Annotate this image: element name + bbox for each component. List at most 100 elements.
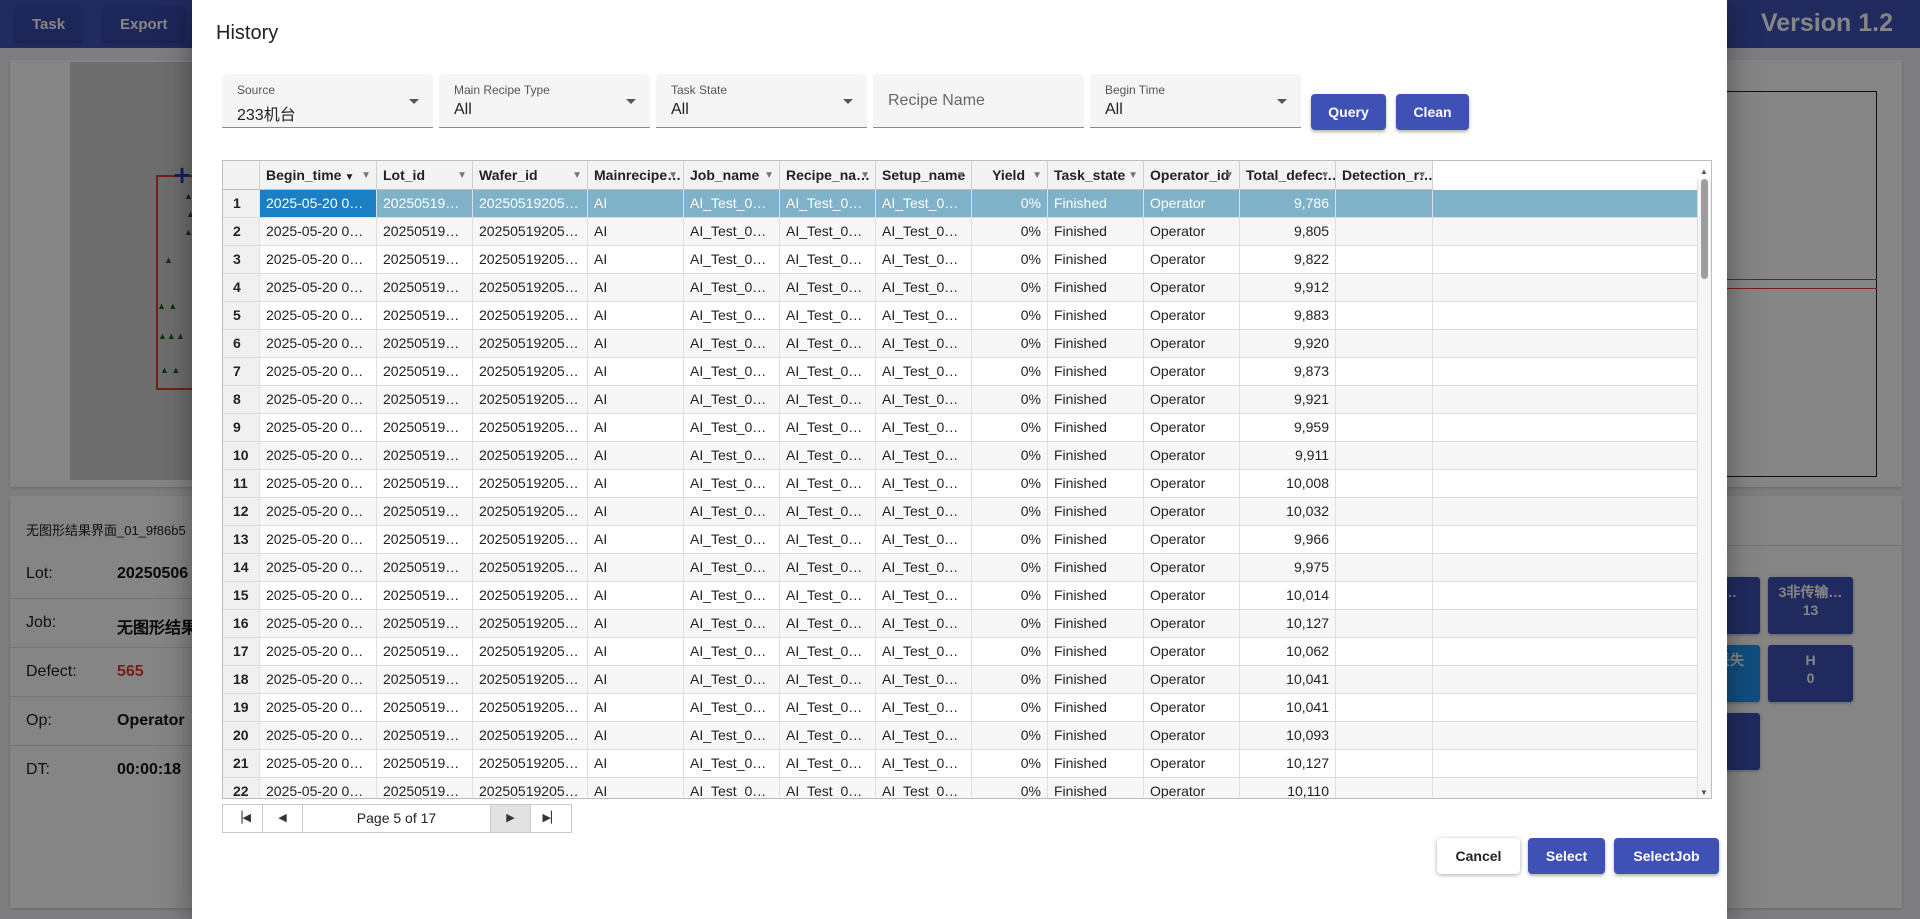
table-cell[interactable]: 2025-05-20 01:25:34 [260,526,377,553]
table-cell[interactable]: AI [588,526,684,553]
table-cell[interactable]: 20250519_142 [377,190,473,217]
table-cell[interactable]: 9,912 [1240,274,1336,301]
table-cell[interactable]: AI_Test_0411 [780,274,876,301]
table-row[interactable]: 62025-05-20 01:40:1920250519_13720250519… [223,330,1697,358]
table-cell[interactable]: Finished [1048,358,1144,385]
table-cell[interactable]: AI_Test_0411 [780,526,876,553]
table-cell[interactable] [1336,666,1433,693]
table-cell[interactable]: 9,921 [1240,386,1336,413]
table-cell[interactable]: AI_Test_0411 [876,582,972,609]
scroll-up-icon[interactable]: ▲ [1700,167,1708,176]
table-cell[interactable] [1336,218,1433,245]
table-cell[interactable]: 0% [972,218,1048,245]
table-cell[interactable]: Finished [1048,666,1144,693]
table-row[interactable]: 212025-05-20 01:08:3720250519_1222025051… [223,750,1697,778]
table-cell[interactable]: 20250519_125 [377,666,473,693]
table-cell[interactable]: 20250519_122 [377,750,473,777]
table-cell[interactable]: 20250519_126 [377,638,473,665]
table-cell[interactable]: AI_Test_0411 [876,778,972,798]
table-cell[interactable]: 0% [972,694,1048,721]
table-cell[interactable]: 2025-05-20 01:34:03 [260,414,377,441]
column-header[interactable]: Setup_name ▼ [876,161,972,190]
table-cell[interactable]: 202505192053_c… [473,358,588,385]
vertical-scrollbar[interactable]: ▲ ▼ [1697,167,1711,798]
table-row[interactable]: 12025-05-20 01:51:0820250519_14220250519… [223,190,1697,218]
table-cell[interactable]: 0% [972,526,1048,553]
table-cell[interactable]: 2025-05-20 01:19:39 [260,610,377,637]
table-cell[interactable]: AI_Test_0411_… [684,414,780,441]
table-cell[interactable]: 0% [972,358,1048,385]
table-cell[interactable]: 9,822 [1240,246,1336,273]
table-cell[interactable]: Operator [1144,582,1240,609]
table-cell[interactable]: AI [588,750,684,777]
table-cell[interactable]: AI_Test_0411_… [684,778,780,798]
table-cell[interactable]: Operator [1144,470,1240,497]
table-cell[interactable]: Finished [1048,246,1144,273]
table-cell[interactable]: AI_Test_0411 [876,638,972,665]
table-cell[interactable]: 0% [972,666,1048,693]
filter-icon[interactable]: ▼ [1417,161,1427,190]
table-cell[interactable]: Finished [1048,750,1144,777]
table-cell[interactable]: 0% [972,414,1048,441]
table-cell[interactable]: 20250519_133 [377,442,473,469]
table-cell[interactable]: 202505192053_c… [473,218,588,245]
table-cell[interactable]: AI [588,386,684,413]
table-cell[interactable]: AI_Test_0411_… [684,638,780,665]
table-cell[interactable]: 202505192053_c… [473,638,588,665]
table-cell[interactable]: 202505192053_c… [473,386,588,413]
column-header[interactable]: Task_state ▼ [1048,161,1144,190]
table-cell[interactable]: 0% [972,778,1048,798]
table-cell[interactable]: 20250519_121 [377,778,473,798]
table-cell[interactable]: 20250519_131 [377,498,473,525]
table-cell[interactable]: 202505192053_c… [473,442,588,469]
table-cell[interactable]: Finished [1048,498,1144,525]
table-cell[interactable]: 0% [972,246,1048,273]
table-cell[interactable]: 202505192053_c… [473,582,588,609]
selectjob-button[interactable]: SelectJob [1614,838,1719,874]
filter-icon[interactable]: ▼ [1320,161,1330,190]
table-cell[interactable]: AI_Test_0411 [780,246,876,273]
table-row[interactable]: 52025-05-20 01:42:2720250519_13820250519… [223,302,1697,330]
table-row[interactable]: 112025-05-20 01:29:4920250519_1322025051… [223,470,1697,498]
table-cell[interactable]: AI_Test_0411_… [684,190,780,217]
table-cell[interactable]: 2025-05-20 01:36:03 [260,386,377,413]
table-row[interactable]: 172025-05-20 01:17:3120250519_1262025051… [223,638,1697,666]
table-cell[interactable]: 202505192053_c… [473,554,588,581]
filter-icon[interactable]: ▼ [457,161,467,190]
table-cell[interactable]: AI_Test_0411 [876,470,972,497]
table-cell[interactable]: 202505192053_c… [473,666,588,693]
column-header[interactable]: Mainrecipe… ▼ [588,161,684,190]
table-cell[interactable]: 10,062 [1240,638,1336,665]
table-cell[interactable]: 0% [972,302,1048,329]
table-cell[interactable]: AI_Test_0411_… [684,218,780,245]
table-cell[interactable]: 0% [972,470,1048,497]
table-cell[interactable]: 20250519_130 [377,526,473,553]
column-header[interactable]: Recipe_na… ▼ [780,161,876,190]
table-cell[interactable]: AI [588,190,684,217]
table-cell[interactable]: 0% [972,582,1048,609]
table-cell[interactable]: AI_Test_0411_… [684,694,780,721]
table-cell[interactable] [1336,386,1433,413]
table-cell[interactable]: Finished [1048,554,1144,581]
table-cell[interactable]: AI [588,246,684,273]
table-cell[interactable]: Finished [1048,414,1144,441]
select-button[interactable]: Select [1528,838,1605,874]
table-row[interactable]: 222025-05-20 01:06:5020250519_1212025051… [223,778,1697,798]
table-row[interactable]: 42025-05-20 01:44:3620250519_13920250519… [223,274,1697,302]
table-cell[interactable] [1336,526,1433,553]
table-cell[interactable]: 202505192053_c… [473,610,588,637]
table-cell[interactable]: 2025-05-20 01:23:41 [260,554,377,581]
table-cell[interactable]: AI_Test_0411 [780,778,876,798]
table-cell[interactable]: 20250519_134 [377,414,473,441]
table-cell[interactable] [1336,246,1433,273]
table-cell[interactable]: Operator [1144,218,1240,245]
table-cell[interactable]: AI_Test_0411_… [684,526,780,553]
filter-icon[interactable]: ▼ [956,161,966,190]
table-cell[interactable]: 2025-05-20 01:51:08 [260,190,377,217]
table-cell[interactable] [1336,470,1433,497]
table-cell[interactable]: 2025-05-20 01:27:38 [260,498,377,525]
table-cell[interactable]: AI_Test_0411_… [684,330,780,357]
table-cell[interactable]: Operator [1144,190,1240,217]
table-cell[interactable]: 9,911 [1240,442,1336,469]
table-cell[interactable]: Finished [1048,330,1144,357]
